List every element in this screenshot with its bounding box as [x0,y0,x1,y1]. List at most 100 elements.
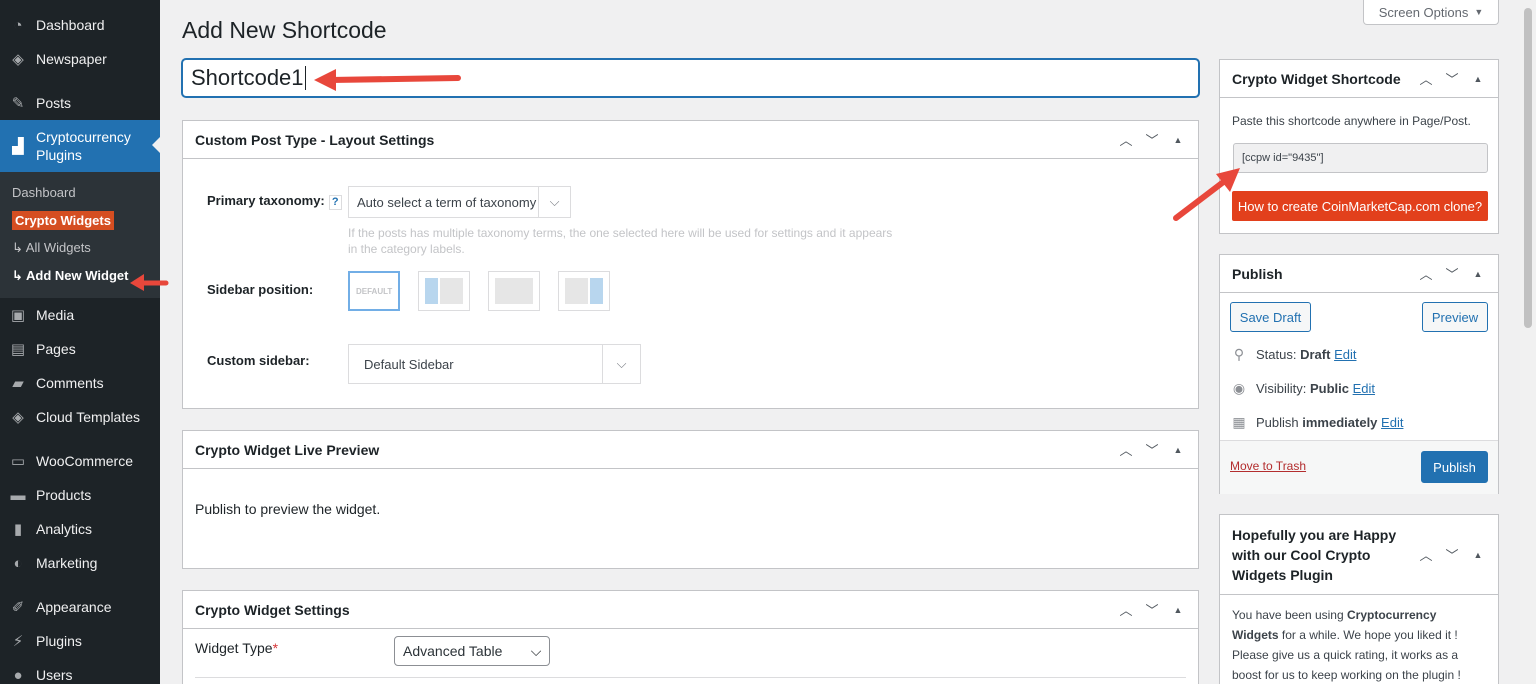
move-down-icon[interactable]: ﹀ [1444,545,1460,564]
woocommerce-icon: ▭ [10,453,26,470]
postbox-header: Custom Post Type - Layout Settings ︿ ﹀ ▲ [183,121,1198,159]
move-down-icon[interactable]: ﹀ [1144,600,1160,619]
custom-sidebar-label: Custom sidebar: [207,353,310,368]
scrollbar-thumb[interactable] [1524,8,1532,328]
live-preview-box: Crypto Widget Live Preview ︿ ﹀ ▲ Publish… [182,430,1199,569]
sidebar-item-woocommerce[interactable]: ▭ WooCommerce [0,444,160,478]
move-down-icon[interactable]: ﹀ [1444,69,1460,88]
sidebar-item-marketing[interactable]: ◐ Marketing [0,546,160,580]
chevron-down-icon: ⌵ [530,642,542,659]
cloud-templates-icon: ◈ [12,409,24,426]
pin-icon: ⚲ [1233,346,1245,362]
sidebar-item-media[interactable]: ▣ Media [0,298,160,332]
toggle-icon[interactable]: ▲ [1170,135,1186,145]
edit-schedule-link[interactable]: Edit [1381,415,1403,430]
calendar-icon: ▦ [1232,414,1246,430]
sidebar-item-newspaper[interactable]: ◈ Newspaper [0,42,160,76]
postbox-title: Publish [1232,265,1283,282]
toggle-icon[interactable]: ▲ [1170,605,1186,615]
move-up-icon[interactable]: ︿ [1418,264,1434,283]
scrollbar[interactable] [1520,0,1536,684]
widget-type-select[interactable]: Advanced Table ⌵ [394,636,550,666]
sidebar-item-products[interactable]: ▬ Products [0,478,160,512]
sidebar-item-pages[interactable]: ▤ Pages [0,332,160,366]
users-icon: ● [13,666,23,684]
dashboard-icon: ◔ [13,16,23,34]
move-to-trash-link[interactable]: Move to Trash [1230,459,1306,473]
sidebar-item-plugins[interactable]: ⚡ Plugins [0,624,160,658]
move-down-icon[interactable]: ﹀ [1444,264,1460,283]
shortcode-field[interactable]: [ccpw id="9435"] [1233,143,1488,173]
sidebar-item-comments[interactable]: ▰ Comments [0,366,160,400]
rating-box-text: You have been using Cryptocurrency Widge… [1232,608,1461,682]
shortcode-box: Crypto Widget Shortcode ︿ ﹀ ▲ Paste this… [1219,59,1499,234]
move-up-icon[interactable]: ︿ [1118,600,1134,619]
toggle-icon[interactable]: ▲ [1470,74,1486,84]
postbox-title: Crypto Widget Live Preview [195,441,380,458]
submenu-dashboard[interactable]: Dashboard [0,178,160,206]
sidebar-item-label: Marketing [36,555,98,571]
sidebar-item-label: Dashboard [36,17,105,33]
sidebar-position-label: Sidebar position: [207,282,314,297]
taxonomy-hint: If the posts has multiple taxonomy terms… [348,226,893,256]
layout-default-option[interactable]: DEFAULT [348,271,400,311]
sidebar-item-users[interactable]: ● Users [0,658,160,684]
sidebar-item-label: Pages [36,341,76,357]
screen-options-button[interactable]: Screen Options ▼ [1363,0,1499,25]
sidebar-item-label: WooCommerce [36,453,133,469]
toggle-icon[interactable]: ▲ [1470,269,1486,279]
widget-settings-box: Crypto Widget Settings ︿ ﹀ ▲ [182,590,1199,684]
text-caret [304,66,306,90]
sidebar-item-cryptocurrency-plugins[interactable]: ▟ Cryptocurrency Plugins [0,120,160,172]
help-icon[interactable]: ? [328,195,342,210]
sidebar-item-label: Analytics [36,521,93,537]
submenu-crypto-widgets[interactable]: Crypto Widgets [0,206,160,234]
coinmarketcap-clone-button[interactable]: How to create CoinMarketCap.com clone? [1232,191,1488,221]
move-up-icon[interactable]: ︿ [1418,545,1434,564]
newspaper-icon: ◈ [12,51,24,68]
chevron-down-icon: ⌵ [538,187,570,217]
chevron-down-icon: ⌵ [602,345,640,383]
media-icon: ▣ [10,307,26,324]
move-down-icon[interactable]: ﹀ [1144,130,1160,149]
analytics-icon: ▮ [13,521,23,538]
sidebar-item-analytics[interactable]: ▮ Analytics [0,512,160,546]
sidebar-item-label: Plugins [36,633,82,649]
postbox-title: Crypto Widget Settings [195,601,350,618]
primary-taxonomy-label: Primary taxonomy:? [207,193,342,210]
publish-button[interactable]: Publish [1421,451,1488,483]
edit-visibility-link[interactable]: Edit [1353,381,1375,396]
annotation-arrow-shortcode [1173,168,1240,221]
sidebar-item-posts[interactable]: ✎ Posts [0,86,160,120]
visibility-row: ◉ Visibility: Public Edit [1230,380,1375,397]
schedule-row: ▦ Publish immediately Edit [1230,414,1403,431]
pages-icon: ▤ [10,341,26,358]
layout-left-sidebar-option[interactable] [418,271,470,311]
preview-message: Publish to preview the widget. [195,501,381,517]
preview-button[interactable]: Preview [1422,302,1488,332]
comments-icon: ▰ [12,375,24,392]
chart-icon: ▟ [12,138,24,155]
toggle-icon[interactable]: ▲ [1170,445,1186,455]
save-draft-button[interactable]: Save Draft [1230,302,1311,332]
rating-box: Hopefully you are Happy with our Cool Cr… [1219,514,1499,684]
sidebar-item-appearance[interactable]: ✐ Appearance [0,590,160,624]
sidebar-item-label: Cloud Templates [36,409,141,425]
primary-taxonomy-select[interactable]: Auto select a term of taxonomy ⌵ [348,186,571,218]
submenu-all-widgets[interactable]: ↳ All Widgets [0,234,160,262]
custom-sidebar-select[interactable]: Default Sidebar ⌵ [348,344,641,384]
move-up-icon[interactable]: ︿ [1118,440,1134,459]
caret-down-icon: ▼ [1474,7,1484,17]
edit-status-link[interactable]: Edit [1334,347,1356,362]
plugins-icon: ⚡ [12,633,24,650]
layout-right-sidebar-option[interactable] [558,271,610,311]
move-down-icon[interactable]: ﹀ [1144,440,1160,459]
toggle-icon[interactable]: ▲ [1470,550,1486,560]
sidebar-item-dashboard[interactable]: ◔ Dashboard [0,8,160,42]
move-up-icon[interactable]: ︿ [1418,69,1434,88]
layout-no-sidebar-option[interactable] [488,271,540,311]
sidebar-item-label: Newspaper [36,51,107,67]
move-up-icon[interactable]: ︿ [1118,130,1134,149]
sidebar-item-cloud-templates[interactable]: ◈ Cloud Templates [0,400,160,434]
status-row: ⚲ Status: Draft Edit [1230,346,1357,363]
